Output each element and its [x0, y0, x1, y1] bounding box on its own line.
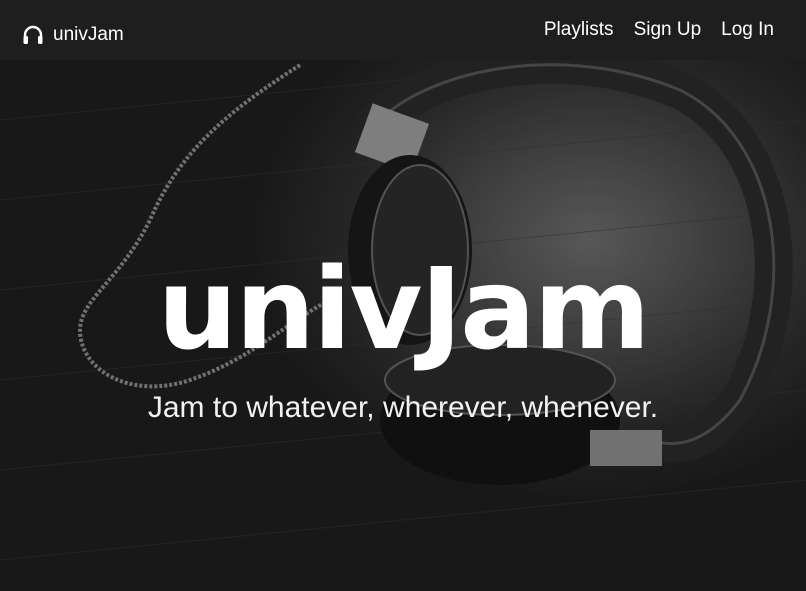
headphones-icon [22, 25, 44, 45]
nav-link-playlists[interactable]: Playlists [544, 19, 614, 41]
page: univJam Playlists Sign Up Log In univJam… [0, 0, 806, 591]
brand-label: univJam [53, 24, 124, 45]
hero-subtitle: Jam to whatever, wherever, whenever. [147, 391, 659, 424]
nav-link-log-in[interactable]: Log In [721, 19, 774, 41]
hero-title: univJam [157, 245, 651, 375]
nav-links: Playlists Sign Up Log In [524, 19, 774, 41]
navbar: univJam Playlists Sign Up Log In [0, 0, 806, 60]
brand-link[interactable]: univJam [22, 24, 124, 46]
nav-link-sign-up[interactable]: Sign Up [634, 19, 702, 41]
